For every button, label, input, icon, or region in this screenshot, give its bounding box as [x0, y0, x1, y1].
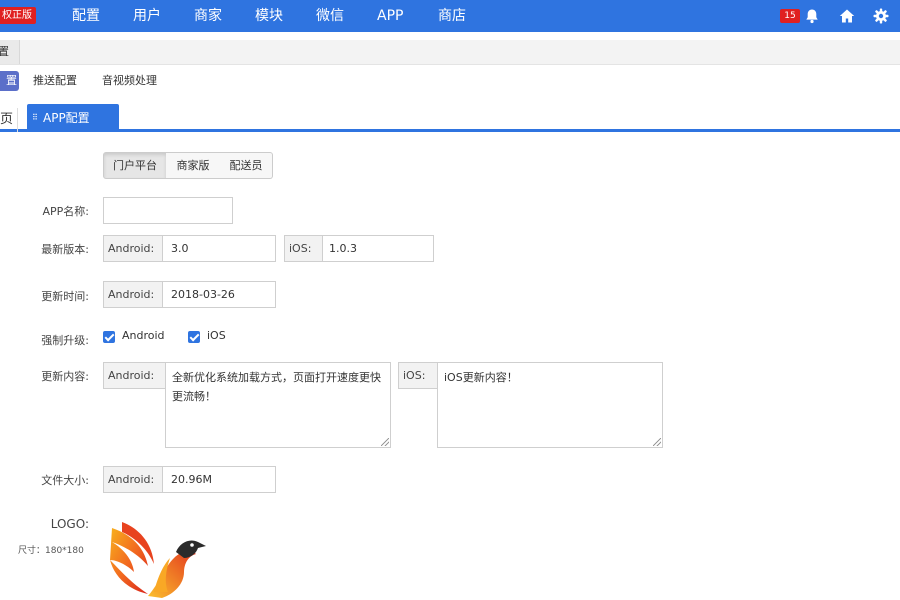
page-tab-label: APP配置: [43, 111, 90, 125]
file-size-value: 20.96M: [171, 473, 212, 486]
home-icon[interactable]: [839, 8, 855, 24]
ios-update-content-text: iOS更新内容！: [444, 371, 518, 384]
logo-size-hint: 尺寸：180*180: [18, 546, 84, 556]
ios-version-value: 1.0.3: [329, 242, 357, 255]
ios-addon: iOS:: [398, 362, 438, 389]
ios-update-content-textarea[interactable]: iOS更新内容！: [437, 362, 663, 448]
file-size-label: 文件大小:: [41, 474, 89, 487]
bell-icon[interactable]: [804, 8, 820, 24]
secondary-menu-item[interactable]: 置: [0, 40, 20, 64]
force-upgrade-ios-label[interactable]: iOS: [207, 329, 226, 342]
nav-item-wechat[interactable]: 微信: [316, 0, 344, 32]
notification-count-badge[interactable]: 15: [780, 9, 800, 23]
sub-tab-av-processing[interactable]: 音视频处理: [102, 71, 157, 91]
update-time-input[interactable]: Android: 2018-03-26: [103, 281, 276, 308]
force-upgrade-ios-checkbox[interactable]: [188, 331, 200, 343]
nav-item-store[interactable]: 商店: [438, 0, 466, 32]
nav-item-users[interactable]: 用户: [133, 0, 161, 32]
platform-portal-button[interactable]: 门户平台: [103, 152, 167, 179]
force-upgrade-android-label[interactable]: Android: [122, 329, 165, 342]
resize-handle-icon[interactable]: [653, 438, 661, 446]
top-navbar: 权正版 配置 用户 商家 模块 微信 APP 商店 15: [0, 0, 900, 32]
force-upgrade-label: 强制升级:: [41, 334, 89, 347]
secondary-menu: 置: [0, 40, 900, 65]
nav-item-app[interactable]: APP: [377, 0, 403, 32]
ios-addon: iOS:: [285, 236, 323, 261]
app-name-input[interactable]: [103, 197, 233, 224]
android-addon: Android:: [104, 467, 163, 492]
file-size-input[interactable]: Android: 20.96M: [103, 466, 276, 493]
brand-badge: 权正版: [0, 7, 36, 24]
android-update-content-textarea[interactable]: 全新优化系统加载方式，页面打开速度更快更流畅！: [165, 362, 391, 448]
app-name-label: APP名称:: [42, 205, 90, 218]
force-upgrade-android-checkbox[interactable]: [103, 331, 115, 343]
platform-merchant-button[interactable]: 商家版: [166, 152, 221, 179]
android-version-value: 3.0: [171, 242, 189, 255]
ios-version-input[interactable]: iOS: 1.0.3: [284, 235, 434, 262]
sub-tab-push-config[interactable]: 推送配置: [33, 71, 77, 91]
logo-image[interactable]: [108, 520, 212, 600]
page-tab-home[interactable]: 页: [0, 108, 18, 132]
resize-handle-icon[interactable]: [381, 438, 389, 446]
nav-item-merchants[interactable]: 商家: [194, 0, 222, 32]
update-time-label: 更新时间:: [41, 290, 89, 303]
latest-version-label: 最新版本:: [41, 243, 89, 256]
page-tab-app-config[interactable]: ⠿ APP配置 ×: [27, 104, 135, 132]
android-version-input[interactable]: Android: 3.0: [103, 235, 276, 262]
android-addon: Android:: [104, 236, 163, 261]
drag-handle-icon[interactable]: ⠿: [32, 104, 38, 132]
sub-tab-config[interactable]: 置: [0, 71, 19, 91]
android-update-content-text: 全新优化系统加载方式，页面打开速度更快更流畅！: [172, 371, 381, 403]
platform-courier-button[interactable]: 配送员: [220, 152, 273, 179]
update-content-label: 更新内容:: [41, 370, 89, 383]
nav-item-modules[interactable]: 模块: [255, 0, 283, 32]
android-addon: Android:: [103, 362, 166, 389]
update-time-value: 2018-03-26: [171, 288, 235, 301]
logo-label: LOGO:: [50, 517, 89, 531]
close-icon[interactable]: ×: [126, 104, 135, 132]
gear-icon[interactable]: [873, 8, 889, 24]
nav-item-config[interactable]: 配置: [72, 0, 100, 32]
page-tab-bar: 页 ⠿ APP配置 ×: [0, 104, 900, 132]
android-addon: Android:: [104, 282, 163, 307]
